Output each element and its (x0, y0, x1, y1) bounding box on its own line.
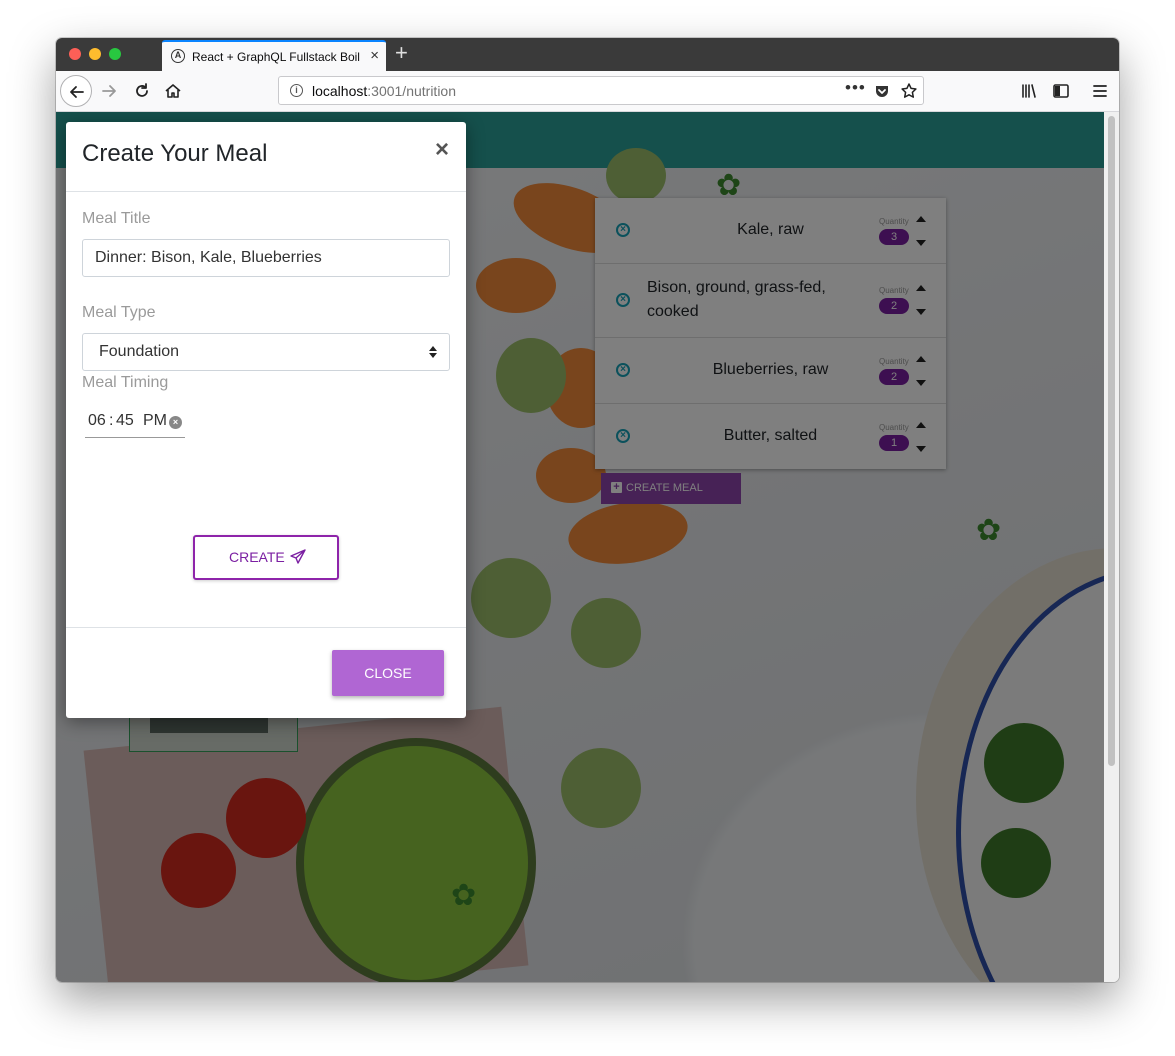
forward-arrow-icon[interactable] (100, 82, 118, 100)
time-separator: : (109, 412, 114, 429)
scrollbar-thumb[interactable] (1108, 116, 1115, 766)
navigation-bar: i localhost:3001/nutrition ••• (56, 71, 1119, 112)
create-button[interactable]: CREATE (193, 535, 339, 580)
create-button-label: CREATE (229, 549, 285, 565)
clear-time-icon[interactable]: × (169, 416, 182, 429)
url-bar[interactable]: i localhost:3001/nutrition ••• (278, 76, 924, 105)
close-icon[interactable]: × (435, 138, 449, 162)
meal-timing-label: Meal Timing (82, 374, 169, 391)
minimize-window-button[interactable] (89, 48, 101, 60)
back-button[interactable] (60, 75, 92, 107)
select-arrows-icon (429, 346, 437, 360)
library-icon[interactable] (1020, 82, 1038, 100)
site-info-icon[interactable]: i (290, 84, 303, 97)
create-meal-modal: Create Your Meal × Meal Title Meal Type … (66, 122, 466, 718)
send-paper-plane-icon (290, 549, 306, 564)
time-minute[interactable]: 45 (116, 412, 134, 430)
time-ampm[interactable]: PM (143, 412, 167, 430)
url-host: localhost (312, 83, 368, 99)
meal-title-input[interactable] (82, 239, 450, 277)
tab-bar: A React + GraphQL Fullstack Boile × + (56, 38, 1119, 71)
page-actions-menu-icon[interactable]: ••• (845, 78, 866, 98)
pocket-icon[interactable] (874, 83, 890, 99)
modal-title: Create Your Meal (82, 140, 268, 167)
browser-tab[interactable]: A React + GraphQL Fullstack Boile × (162, 40, 386, 71)
bookmark-star-icon[interactable] (900, 82, 918, 100)
tab-title: React + GraphQL Fullstack Boile (192, 50, 360, 64)
meal-type-value: Foundation (99, 343, 180, 360)
home-icon[interactable] (164, 82, 182, 100)
url-text[interactable]: localhost:3001/nutrition (312, 83, 456, 99)
meal-title-label: Meal Title (82, 210, 151, 227)
reload-icon[interactable] (133, 82, 151, 100)
maximize-window-button[interactable] (109, 48, 121, 60)
browser-window: A React + GraphQL Fullstack Boile × + i … (56, 38, 1119, 982)
back-arrow-icon (70, 86, 84, 98)
modal-footer-divider (66, 627, 466, 628)
new-tab-icon[interactable]: + (395, 42, 408, 64)
modal-header: Create Your Meal × (66, 122, 466, 192)
meal-type-select[interactable]: Foundation (82, 333, 450, 371)
tab-close-icon[interactable]: × (370, 48, 379, 63)
url-path: :3001/nutrition (367, 83, 456, 99)
time-hour[interactable]: 06 (88, 412, 106, 430)
sidebar-icon[interactable] (1052, 82, 1070, 100)
hamburger-menu-icon[interactable] (1091, 82, 1109, 100)
page-content: ✿ ✿ ✿ × Kale, raw Quantity 3 × Bison, gr… (56, 112, 1104, 982)
close-window-button[interactable] (69, 48, 81, 60)
meal-timing-input[interactable]: 06 : 45 PM × (85, 407, 185, 438)
favicon-icon: A (171, 49, 185, 63)
close-button[interactable]: CLOSE (332, 650, 444, 696)
meal-type-label: Meal Type (82, 304, 156, 321)
